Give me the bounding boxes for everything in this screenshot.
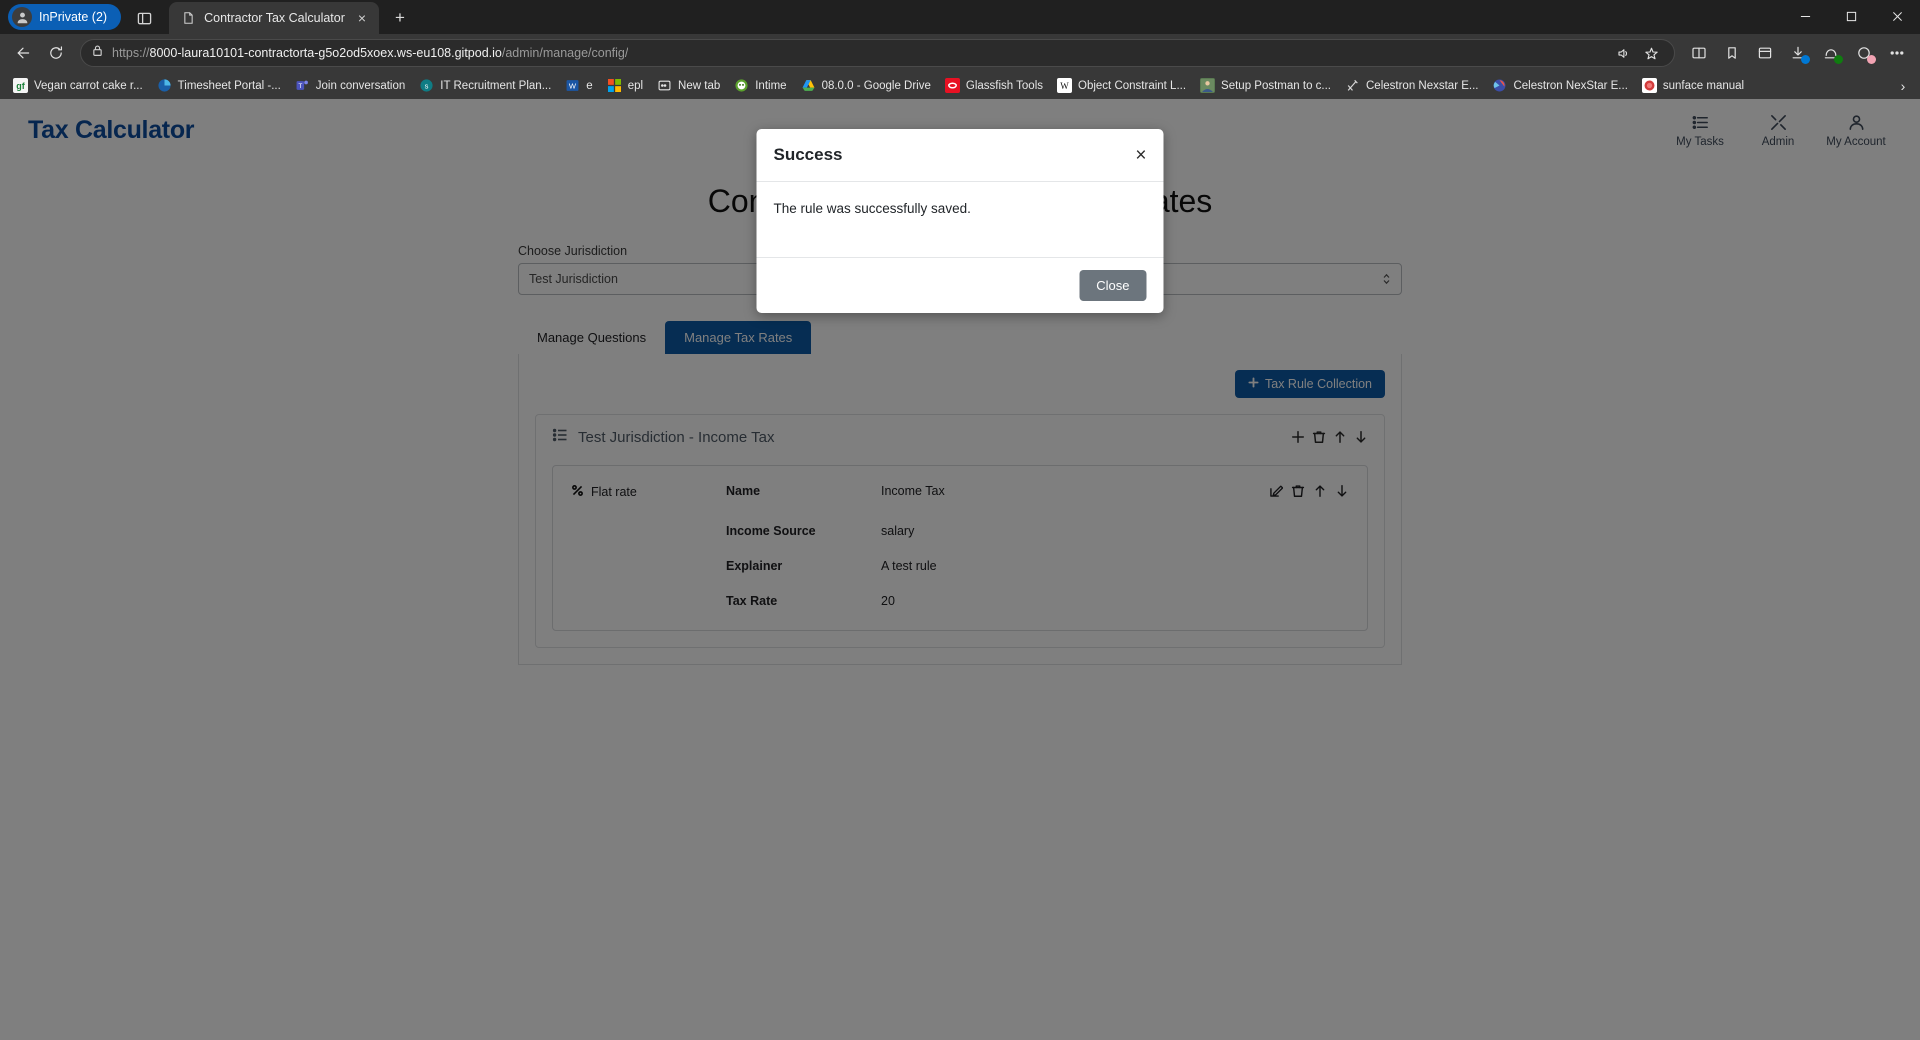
tab-title: Contractor Tax Calculator — [204, 11, 345, 25]
browser-toolbar: https://8000-laura10101-contractorta-g5o… — [0, 34, 1920, 72]
bookmark-item[interactable]: sunface manual — [1635, 75, 1751, 96]
bookmark-label: Object Constraint L... — [1078, 79, 1187, 92]
modal-title: Success — [773, 145, 843, 164]
newtab-icon — [657, 78, 672, 93]
modal-footer: Close — [756, 257, 1164, 313]
modal-message: The rule was successfully saved. — [773, 201, 971, 216]
tab-actions-icon[interactable] — [127, 3, 161, 33]
success-modal: Success × The rule was successfully save… — [756, 129, 1164, 313]
url-path: /admin/manage/config/ — [501, 46, 629, 60]
split-screen-icon[interactable] — [1684, 38, 1714, 68]
bookmark-item[interactable]: New tab — [650, 75, 727, 96]
page-viewport: Tax Calculator My Tasks Admin My Account — [0, 99, 1920, 1040]
settings-more-icon[interactable] — [1882, 38, 1912, 68]
inprivate-indicator[interactable]: InPrivate (2) — [8, 4, 122, 30]
bookmark-label: Celestron Nexstar E... — [1366, 79, 1479, 92]
svg-text:s: s — [425, 81, 429, 90]
microsoft-icon — [607, 78, 622, 93]
bookmarks-bar: gf Vegan carrot cake r... Timesheet Portal… — [0, 72, 1920, 99]
window-minimize-button[interactable] — [1782, 0, 1828, 32]
svg-text:W: W — [569, 81, 577, 90]
pie-icon — [157, 78, 172, 93]
bookmark-item[interactable]: s IT Recruitment Plan... — [412, 75, 558, 96]
bookmark-label: New tab — [678, 79, 721, 92]
bookmark-label: Join conversation — [315, 79, 406, 92]
inprivate-label: InPrivate (2) — [39, 10, 108, 24]
favorites-icon[interactable] — [1717, 38, 1747, 68]
bookmark-item[interactable]: Timesheet Portal -... — [150, 75, 288, 96]
bookmark-label: epl — [627, 79, 644, 92]
bookmark-label: Vegan carrot cake r... — [34, 79, 143, 92]
bookmark-label: Timesheet Portal -... — [177, 79, 281, 92]
bookmark-label: Intime — [755, 79, 787, 92]
collections-icon[interactable] — [1750, 38, 1780, 68]
downloads-icon[interactable] — [1783, 38, 1813, 68]
bookmark-item[interactable]: Setup Postman to c... — [1193, 75, 1338, 96]
address-bar[interactable]: https://8000-laura10101-contractorta-g5o… — [80, 39, 1675, 67]
read-aloud-icon[interactable] — [1610, 40, 1636, 66]
browser-titlebar: InPrivate (2) Contractor Tax Calculator … — [0, 0, 1920, 34]
bookmark-item[interactable]: gf Vegan carrot cake r... — [6, 75, 150, 96]
window-close-button[interactable] — [1874, 0, 1920, 32]
window-maximize-button[interactable] — [1828, 0, 1874, 32]
copilot-badge — [1867, 55, 1876, 64]
bookmark-label: sunface manual — [1662, 79, 1745, 92]
sharepoint-icon: s — [419, 78, 434, 93]
browser-tab[interactable]: Contractor Tax Calculator × — [169, 2, 379, 34]
telescope-icon — [1345, 78, 1360, 93]
bookmark-item[interactable]: Celestron NexStar E... — [1485, 75, 1634, 96]
wikipedia-icon: W — [1057, 78, 1073, 93]
modal-close-button[interactable]: Close — [1079, 270, 1147, 301]
downloads-badge — [1801, 55, 1810, 64]
sunface-icon — [1641, 78, 1657, 93]
window-controls — [1782, 0, 1920, 32]
intime-icon — [734, 78, 749, 93]
bookmark-label: IT Recruitment Plan... — [440, 79, 552, 92]
back-button[interactable] — [8, 38, 38, 68]
page-favicon-icon — [181, 11, 196, 26]
copilot-icon[interactable] — [1849, 38, 1879, 68]
svg-text:T: T — [298, 83, 302, 90]
tab-close-icon[interactable]: × — [353, 9, 371, 27]
bookmark-item[interactable]: Intime — [727, 75, 793, 96]
bookmark-label: Glassfish Tools — [965, 79, 1044, 92]
bookmark-label: Celestron NexStar E... — [1513, 79, 1628, 92]
url-scheme: https:// — [112, 46, 150, 60]
bookmark-label: e — [586, 79, 593, 92]
bookmarks-overflow-icon[interactable]: › — [1892, 75, 1914, 97]
url-host: 8000-laura10101-contractorta-g5o2od5xoex… — [149, 46, 502, 60]
glassfish-icon — [944, 78, 960, 93]
profile-avatar-icon — [12, 7, 32, 27]
bookmark-item[interactable]: 08.0.0 - Google Drive — [794, 75, 938, 96]
modal-body: The rule was successfully saved. — [757, 182, 1164, 257]
bookmark-item[interactable]: Glassfish Tools — [938, 75, 1050, 96]
lock-icon — [91, 44, 104, 62]
photo-icon — [1200, 78, 1216, 93]
essentials-badge — [1834, 55, 1843, 64]
bookmark-item[interactable]: Celestron Nexstar E... — [1338, 75, 1485, 96]
bookmark-item[interactable]: We — [558, 75, 599, 96]
url-text: https://8000-laura10101-contractorta-g5o… — [112, 46, 628, 60]
browser-essentials-icon[interactable] — [1816, 38, 1846, 68]
modal-header: Success × — [756, 129, 1164, 182]
address-bar-actions — [1610, 40, 1664, 66]
teams-icon: T — [295, 78, 310, 93]
bookmark-label: 08.0.0 - Google Drive — [821, 79, 931, 92]
bookmark-item[interactable]: W Object Constraint L... — [1050, 75, 1193, 96]
word-icon: W — [565, 78, 580, 93]
gf-icon: gf — [13, 78, 28, 93]
camera-shutter-icon — [1492, 78, 1507, 93]
reload-button[interactable] — [41, 38, 71, 68]
favorite-star-icon[interactable] — [1638, 40, 1664, 66]
modal-close-icon[interactable]: × — [1135, 146, 1146, 165]
bookmark-item[interactable]: epl — [600, 75, 650, 96]
bookmark-item[interactable]: T Join conversation — [288, 75, 413, 96]
bookmark-label: Setup Postman to c... — [1221, 79, 1331, 92]
browser-window: InPrivate (2) Contractor Tax Calculator … — [0, 0, 1920, 1040]
new-tab-button[interactable]: + — [385, 3, 415, 33]
google-drive-icon — [801, 78, 816, 93]
